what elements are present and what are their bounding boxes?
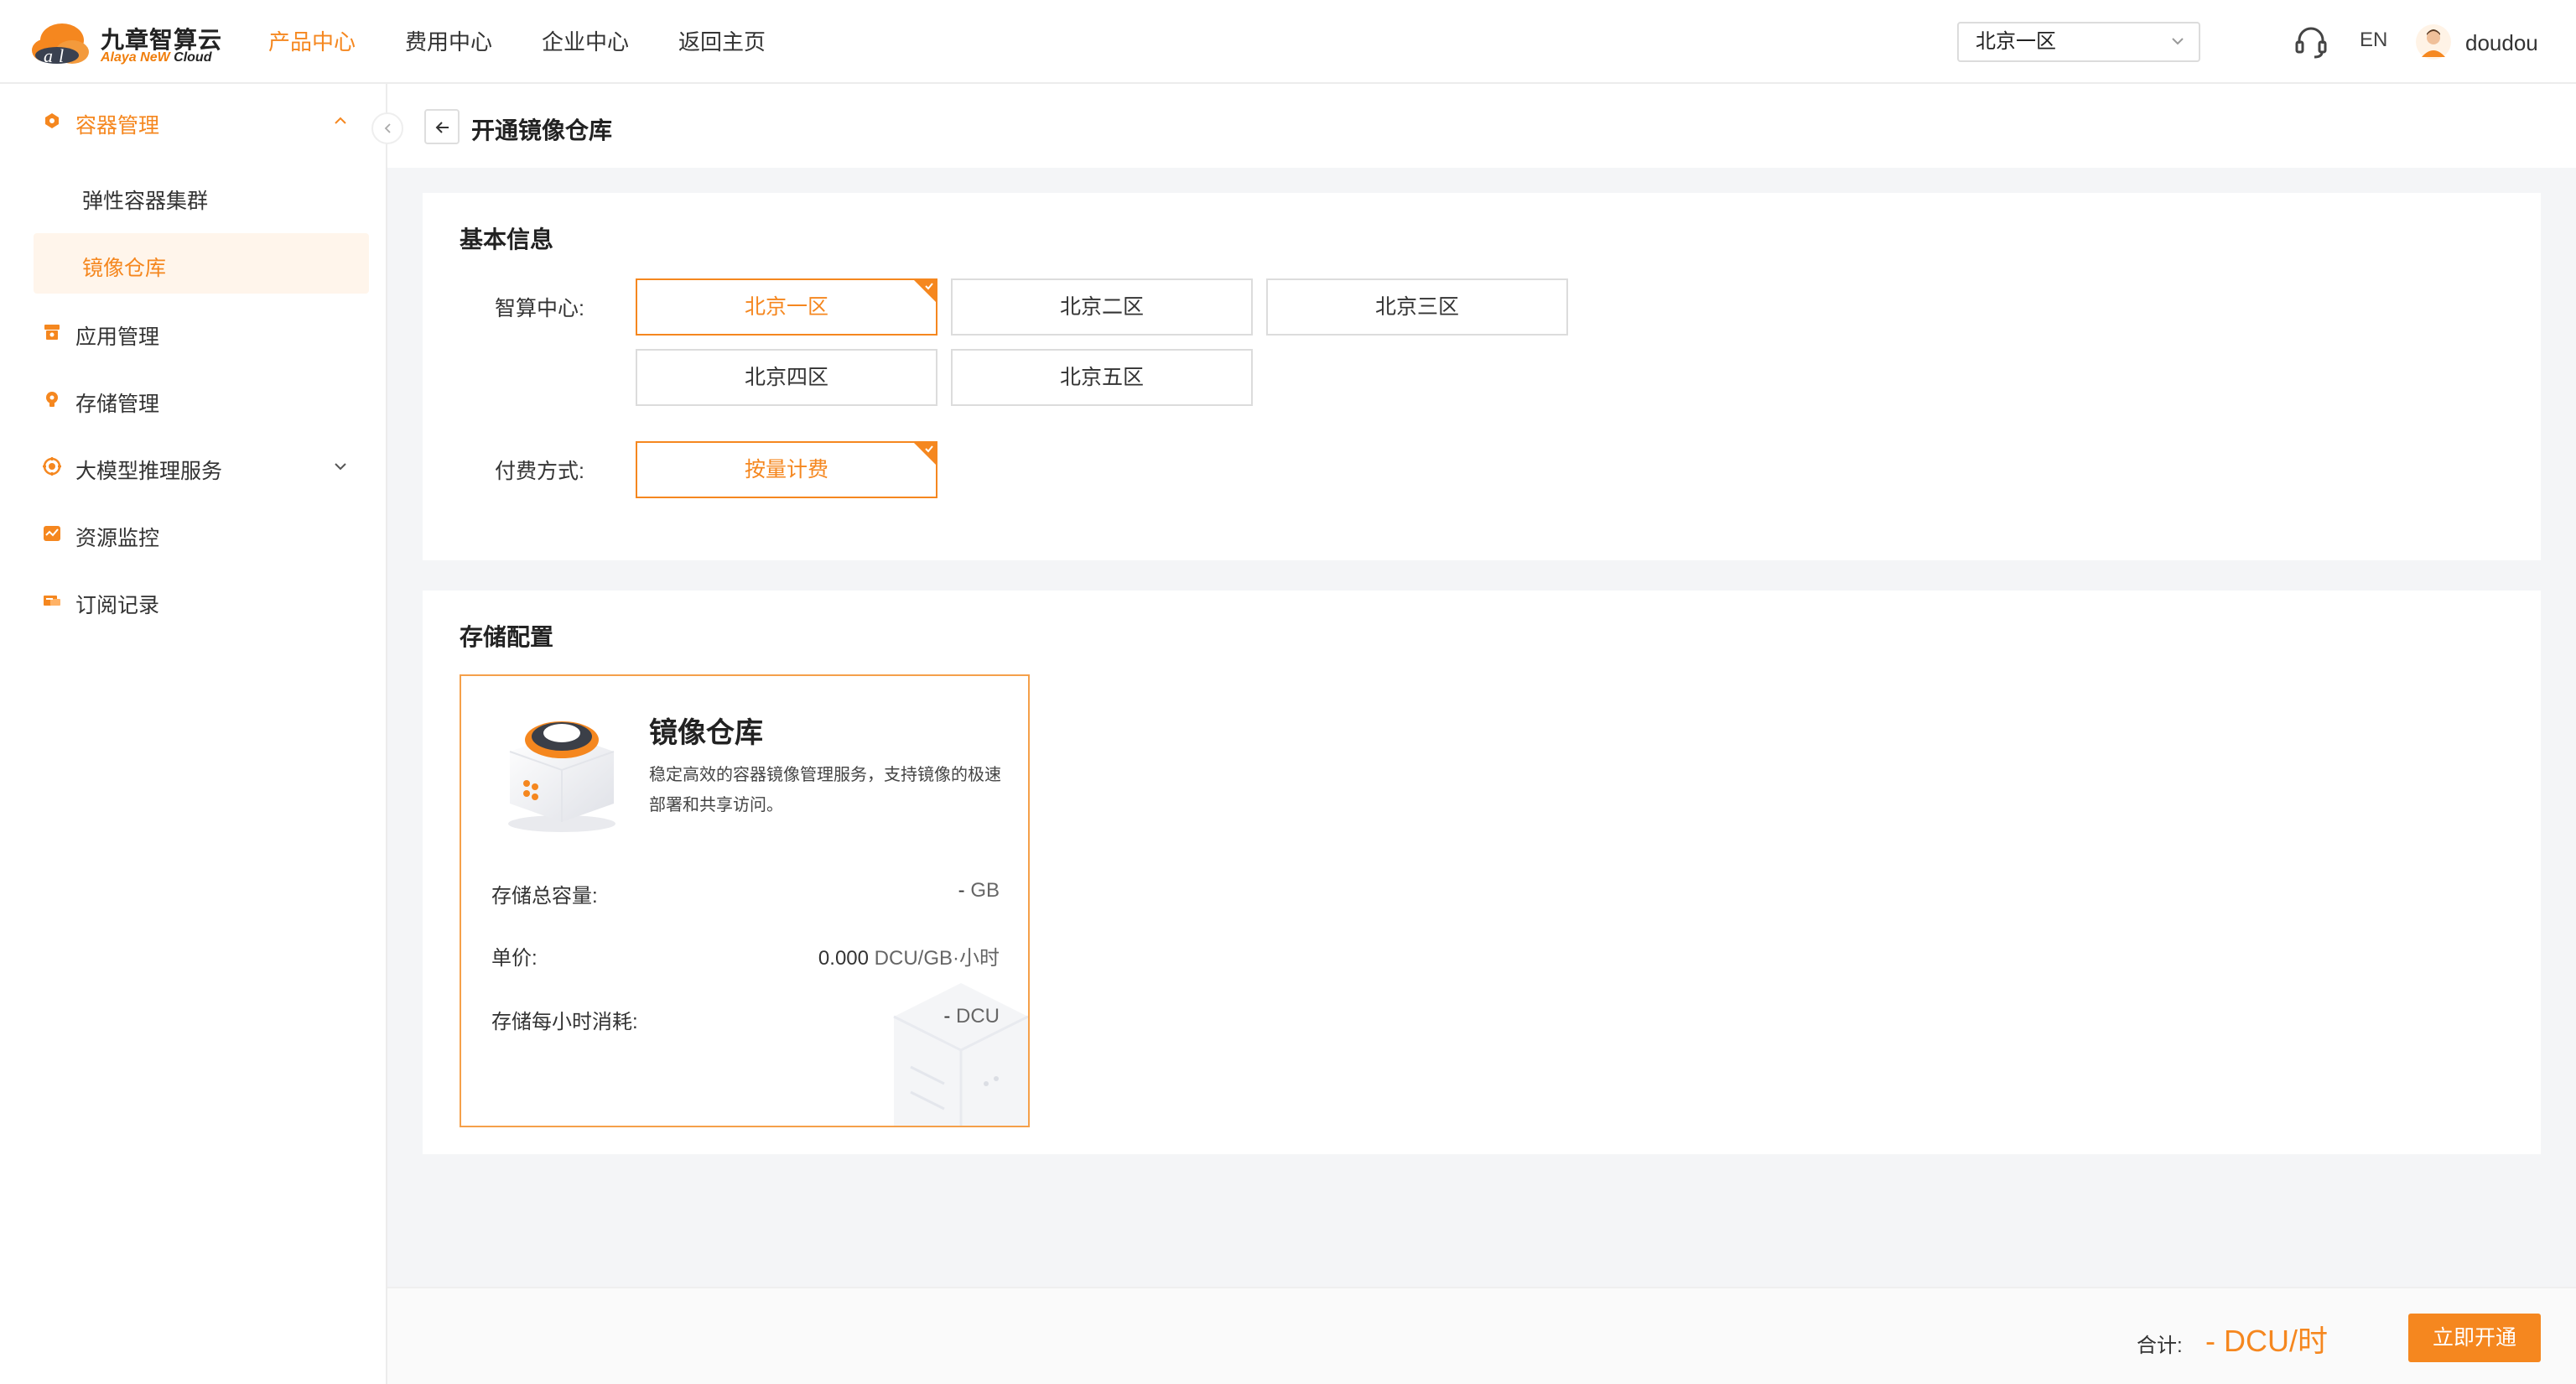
storage-config-title: 存储配置 [460, 624, 554, 650]
region-option-beijing-4[interactable]: 北京四区 [636, 349, 937, 406]
row-value: - GB [958, 879, 1000, 903]
hourly-consumption-row: 存储每小时消耗: - DCU [491, 1000, 1000, 1033]
sidebar-group-label: 应用管理 [75, 325, 160, 349]
chevron-up-icon [335, 117, 346, 124]
total-value: - DCU/时 [2205, 1324, 2328, 1358]
arrow-left-icon [435, 122, 449, 133]
brand-logo[interactable]: a l 九章智算云 Alaya NeW Cloud [29, 17, 230, 67]
total-label: 合计: [2137, 1335, 2183, 1357]
product-name: 镜像仓库 [649, 717, 763, 749]
activate-now-button[interactable]: 立即开通 [2408, 1314, 2541, 1362]
option-label: 北京五区 [1059, 366, 1144, 389]
topnav-billing-center[interactable]: 费用中心 [405, 0, 492, 84]
order-footer: 合计: - DCU/时 立即开通 [387, 1287, 2576, 1384]
storage-config-card: 存储配置 镜像仓库 稳定高效的容器镜像管理服务，支持镜像的极速部署和共享访问。 … [423, 591, 2541, 1154]
top-bar: a l 九章智算云 Alaya NeW Cloud 产品中心 费用中心 企业中心… [0, 0, 2576, 84]
chevron-left-icon [384, 123, 391, 133]
brand-en-suffix: Cloud [174, 50, 212, 65]
sidebar-item-label: 弹性容器集群 [82, 190, 209, 213]
basic-info-title: 基本信息 [460, 226, 554, 252]
row-label: 存储每小时消耗: [491, 1011, 638, 1033]
region-option-beijing-2[interactable]: 北京二区 [951, 278, 1253, 336]
option-label: 北京二区 [1059, 295, 1144, 319]
region-option-beijing-5[interactable]: 北京五区 [951, 349, 1253, 406]
region-select-value: 北京一区 [1976, 30, 2056, 53]
sidebar-item-image-registry[interactable]: 镜像仓库 [34, 233, 369, 294]
image-registry-product-icon [508, 721, 615, 832]
main-content: 开通镜像仓库 基本信息 智算中心: 北京一区 北京二区 北京三区 北京四区 北京… [387, 84, 2576, 1384]
support-headset-icon[interactable] [2293, 23, 2329, 60]
sidebar-group-label: 存储管理 [75, 393, 160, 416]
option-label: 按量计费 [744, 458, 828, 481]
storage-icon [46, 392, 58, 407]
svg-text:l: l [59, 45, 64, 66]
region-option-beijing-1[interactable]: 北京一区 [636, 278, 937, 336]
sidebar-group-label: 资源监控 [75, 527, 160, 550]
product-description: 稳定高效的容器镜像管理服务，支持镜像的极速部署和共享访问。 [649, 766, 1001, 814]
row-label: 单价: [491, 947, 538, 970]
container-icon [45, 113, 59, 128]
sidebar-collapse-button[interactable] [371, 112, 403, 144]
sidebar-group-label: 大模型推理服务 [75, 460, 223, 483]
server-illustration-icon [893, 983, 1028, 1126]
sidebar-group-subscription-records[interactable]: 订阅记录 [34, 575, 369, 626]
sidebar-item-elastic-container-cluster[interactable]: 弹性容器集群 [34, 166, 369, 226]
topnav-enterprise-center[interactable]: 企业中心 [542, 0, 629, 84]
sidebar-group-label: 容器管理 [75, 114, 160, 138]
sidebar-group-resource-monitor[interactable]: 资源监控 [34, 508, 369, 559]
pay-field-label: 付费方式: [495, 460, 584, 483]
region-option-beijing-3[interactable]: 北京三区 [1266, 278, 1568, 336]
subscription-icon [44, 596, 60, 606]
sidebar-group-label: 订阅记录 [75, 594, 160, 617]
username[interactable]: doudou [2465, 30, 2538, 56]
brand-en-name: Alaya NeW Cloud [101, 50, 211, 65]
sidebar-group-container-management[interactable]: 容器管理 [34, 96, 369, 146]
option-label: 北京三区 [1374, 295, 1459, 319]
row-value: - DCU [943, 1005, 1000, 1028]
row-value-unit: DCU/GB·小时 [874, 947, 1000, 970]
row-value-unit: GB [970, 879, 1000, 902]
app-icon [44, 325, 60, 340]
top-nav: 产品中心 费用中心 企业中心 返回主页 [268, 0, 815, 84]
svg-text:a: a [44, 45, 53, 66]
language-switch[interactable]: EN [2360, 29, 2387, 52]
check-icon [925, 445, 933, 453]
row-value-unit: DCU [956, 1005, 1000, 1028]
page-header: 开通镜像仓库 [387, 84, 2576, 168]
sidebar: 容器管理 弹性容器集群 镜像仓库 应用管理 存储管理 大模型推理服务 资源监控 … [0, 84, 387, 1384]
topnav-return-home[interactable]: 返回主页 [678, 0, 766, 84]
row-value-number: 0.000 [818, 947, 869, 970]
option-label: 北京一区 [744, 295, 828, 319]
pay-option-pay-as-you-go[interactable]: 按量计费 [636, 441, 937, 498]
app-root: a l 九章智算云 Alaya NeW Cloud 产品中心 费用中心 企业中心… [0, 0, 2576, 1384]
logo-cloud-icon: a l [32, 23, 89, 66]
back-button[interactable] [424, 109, 460, 144]
image-registry-product-card[interactable]: 镜像仓库 稳定高效的容器镜像管理服务，支持镜像的极速部署和共享访问。 存储总容量… [460, 674, 1030, 1127]
brand-en-main: Alaya NeW [101, 50, 170, 65]
option-label: 北京四区 [744, 366, 828, 389]
sidebar-group-storage-management[interactable]: 存储管理 [34, 374, 369, 424]
row-value: 0.000 DCU/GB·小时 [818, 941, 1000, 970]
chevron-down-icon [2172, 38, 2184, 45]
model-icon [43, 457, 61, 476]
monitor-icon [44, 526, 60, 541]
sidebar-group-app-management[interactable]: 应用管理 [34, 307, 369, 357]
unit-price-row: 单价: 0.000 DCU/GB·小时 [491, 936, 1000, 970]
sidebar-item-label: 镜像仓库 [82, 257, 167, 280]
chevron-down-icon [335, 463, 346, 471]
storage-capacity-row: 存储总容量: - GB [491, 874, 1000, 908]
check-icon [925, 283, 933, 290]
user-avatar-icon[interactable] [2415, 23, 2452, 60]
topnav-product-center[interactable]: 产品中心 [268, 0, 356, 84]
sidebar-group-llm-inference[interactable]: 大模型推理服务 [34, 441, 369, 492]
region-field-label: 智算中心: [495, 297, 584, 320]
basic-info-card: 基本信息 智算中心: 北京一区 北京二区 北京三区 北京四区 北京五区 付费方式… [423, 193, 2541, 560]
page-title: 开通镜像仓库 [471, 117, 613, 143]
row-label: 存储总容量: [491, 885, 598, 908]
row-value-number: - [943, 1005, 951, 1028]
region-select[interactable]: 北京一区 [1957, 22, 2200, 62]
row-value-number: - [958, 879, 965, 902]
